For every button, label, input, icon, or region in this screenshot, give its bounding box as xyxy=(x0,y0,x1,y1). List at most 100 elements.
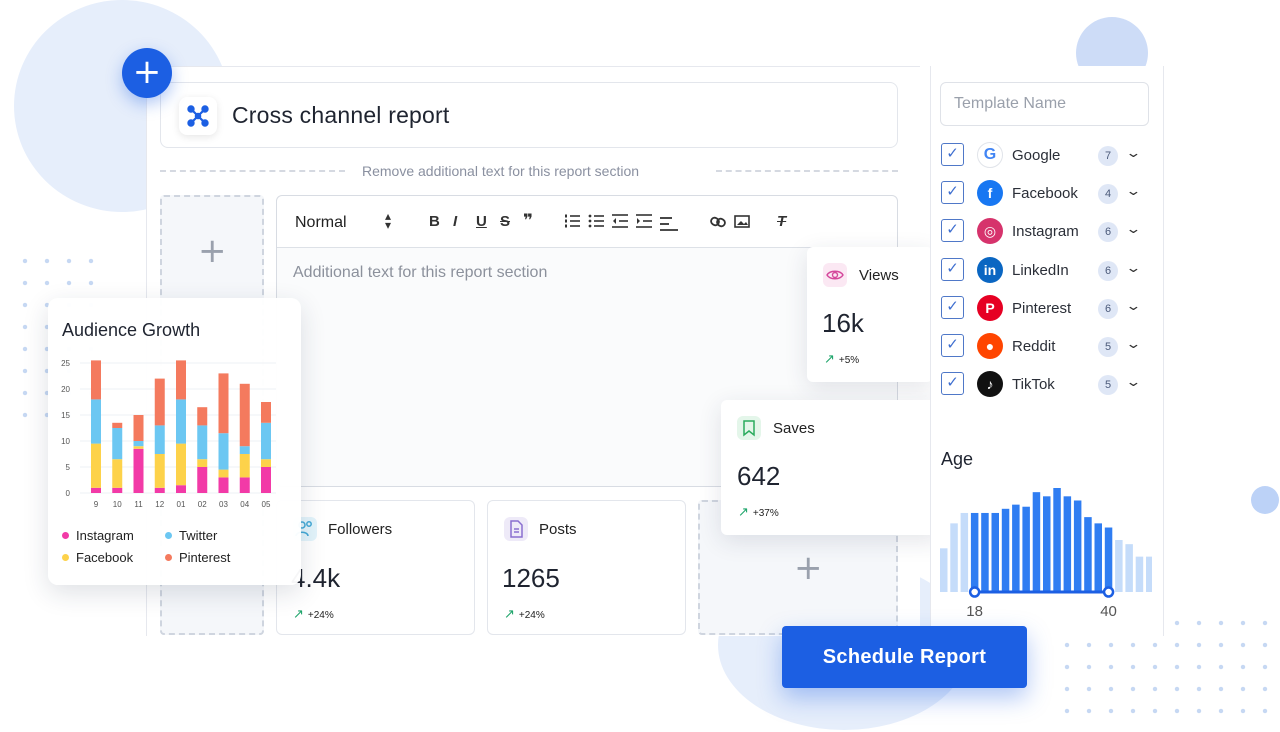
saves-change-value: +37% xyxy=(752,508,779,519)
divider-dash xyxy=(160,170,345,172)
age-bar xyxy=(960,512,969,592)
channel-checkbox[interactable]: ✓ xyxy=(941,295,964,319)
x-tick-label: 04 xyxy=(240,500,249,509)
link-icon[interactable] xyxy=(710,215,726,229)
section-divider: Remove additional text for this report s… xyxy=(160,160,898,182)
image-icon[interactable] xyxy=(734,215,750,228)
bar-instagram-12 xyxy=(154,487,165,493)
plus-icon: + xyxy=(198,231,227,271)
x-tick-label: 10 xyxy=(113,500,122,509)
schedule-report-button[interactable]: Schedule Report xyxy=(782,626,1027,688)
indent-icon[interactable] xyxy=(636,214,652,228)
saves-change: ↗ +37% xyxy=(738,504,779,520)
saves-label: Saves xyxy=(773,420,815,437)
channel-name: TikTok xyxy=(1012,376,1055,394)
channel-checkbox[interactable]: ✓ xyxy=(941,372,964,396)
channel-count-badge: 4 xyxy=(1098,184,1118,205)
channel-checkbox[interactable]: ✓ xyxy=(941,257,964,281)
followers-stat-card: Followers 4.4k ↗ +24% xyxy=(276,500,475,635)
select-arrows-icon[interactable]: ▴ ▾ xyxy=(385,210,391,231)
legend-label: Pinterest xyxy=(179,550,231,565)
quote-icon[interactable]: ❞ xyxy=(523,211,533,231)
trend-up-icon: ↗ xyxy=(824,351,835,366)
legend-label: Facebook xyxy=(76,550,134,565)
channel-count-badge: 5 xyxy=(1098,375,1118,396)
bar-twitter-9 xyxy=(91,399,101,444)
bar-pinterest-04 xyxy=(239,383,250,447)
channel-row-reddit[interactable]: ✓ ● Reddit 5 ⌄ xyxy=(940,331,1150,361)
legend-swatch xyxy=(165,554,172,561)
x-tick-label: 05 xyxy=(262,500,271,509)
channel-row-linkedin[interactable]: ✓ in LinkedIn 6 ⌄ xyxy=(940,255,1150,285)
format-select[interactable]: Normal xyxy=(295,214,347,232)
audience-growth-title: Audience Growth xyxy=(62,320,201,340)
bold-icon[interactable]: B xyxy=(429,213,440,230)
template-name-input[interactable] xyxy=(940,82,1149,126)
channel-name: Pinterest xyxy=(1012,299,1072,317)
channel-row-tiktok[interactable]: ✓ ♪ TikTok 5 ⌄ xyxy=(940,369,1150,399)
bar-facebook-01 xyxy=(176,443,186,486)
age-range-max-handle[interactable] xyxy=(1102,586,1115,598)
legend-facebook: Facebook xyxy=(62,550,133,565)
saves-value: 642 xyxy=(737,461,781,491)
age-bar xyxy=(981,512,989,592)
facebook-icon: f xyxy=(977,180,1003,207)
x-tick-label: 01 xyxy=(177,500,186,509)
report-title[interactable]: Cross channel report xyxy=(232,102,450,129)
bar-facebook-02 xyxy=(197,459,208,467)
underline-icon[interactable]: U xyxy=(476,213,487,230)
channel-checkbox[interactable]: ✓ xyxy=(941,334,964,357)
remove-section-text-link[interactable]: Remove additional text for this report s… xyxy=(362,163,639,179)
bar-instagram-9 xyxy=(91,487,101,493)
outdent-icon[interactable] xyxy=(612,214,628,228)
channel-row-instagram[interactable]: ✓ ◎ Instagram 6 ⌄ xyxy=(940,216,1150,246)
posts-change-value: +24% xyxy=(518,610,545,621)
chevron-down-icon[interactable]: ⌄ xyxy=(1125,336,1141,352)
add-section-button[interactable]: + xyxy=(122,48,172,98)
bullet-list-icon[interactable] xyxy=(588,214,604,228)
legend-swatch xyxy=(62,554,69,561)
channel-row-pinterest[interactable]: ✓ P Pinterest 6 ⌄ xyxy=(940,293,1150,323)
bar-pinterest-05 xyxy=(261,402,271,423)
chevron-down-icon[interactable]: ⌄ xyxy=(1125,298,1141,314)
x-tick-label: 11 xyxy=(134,500,143,509)
audience-growth-card: Audience Growth 0 5 10 15 20 25 9 10 11 12 01 02 03 0… xyxy=(48,298,301,585)
chevron-down-icon[interactable]: ⌄ xyxy=(1125,145,1141,161)
bar-twitter-01 xyxy=(176,399,186,444)
audience-growth-chart: 05101520259 10 11 12 01 02 03 04 05 xyxy=(61,359,276,509)
align-icon[interactable] xyxy=(660,217,678,231)
ordered-list-icon[interactable] xyxy=(564,214,580,228)
chevron-down-icon[interactable]: ⌄ xyxy=(1125,374,1141,390)
editor-text-area[interactable]: Additional text for this report section xyxy=(293,264,547,282)
chevron-down-icon[interactable]: ⌄ xyxy=(1125,260,1141,276)
clear-format-icon[interactable]: T xyxy=(777,213,786,230)
bar-facebook-03 xyxy=(218,469,229,478)
chevron-down-icon[interactable]: ⌄ xyxy=(1125,221,1141,237)
italic-icon[interactable]: I xyxy=(453,213,457,230)
bar-twitter-10 xyxy=(112,428,123,460)
bar-twitter-03 xyxy=(218,433,229,470)
bar-instagram-05 xyxy=(261,467,271,493)
channel-count-badge: 6 xyxy=(1098,260,1118,281)
legend-twitter: Twitter xyxy=(165,528,217,543)
chevron-down-icon[interactable]: ⌄ xyxy=(1125,183,1141,199)
share-nodes-icon xyxy=(179,97,217,135)
bar-twitter-02 xyxy=(197,425,208,460)
views-label: Views xyxy=(859,267,899,284)
y-tick-label: 25 xyxy=(61,359,70,368)
channel-checkbox[interactable]: ✓ xyxy=(941,181,964,205)
report-title-card[interactable]: Cross channel report xyxy=(160,82,898,148)
legend-swatch xyxy=(62,532,69,539)
age-chart: 18 40 xyxy=(940,488,1152,618)
channel-checkbox[interactable]: ✓ xyxy=(941,143,964,166)
channel-row-facebook[interactable]: ✓ f Facebook 4 ⌄ xyxy=(940,178,1150,208)
trend-up-icon: ↗ xyxy=(293,606,304,621)
age-range-min-handle[interactable] xyxy=(968,586,981,598)
bar-pinterest-11 xyxy=(133,415,144,441)
age-bar xyxy=(1043,496,1051,592)
channel-row-google[interactable]: ✓ G Google 7 ⌄ xyxy=(940,140,1150,170)
strikethrough-icon[interactable]: S xyxy=(500,213,510,230)
views-value: 16k xyxy=(822,308,864,338)
channel-checkbox[interactable]: ✓ xyxy=(941,219,964,243)
age-bar xyxy=(1053,488,1061,592)
